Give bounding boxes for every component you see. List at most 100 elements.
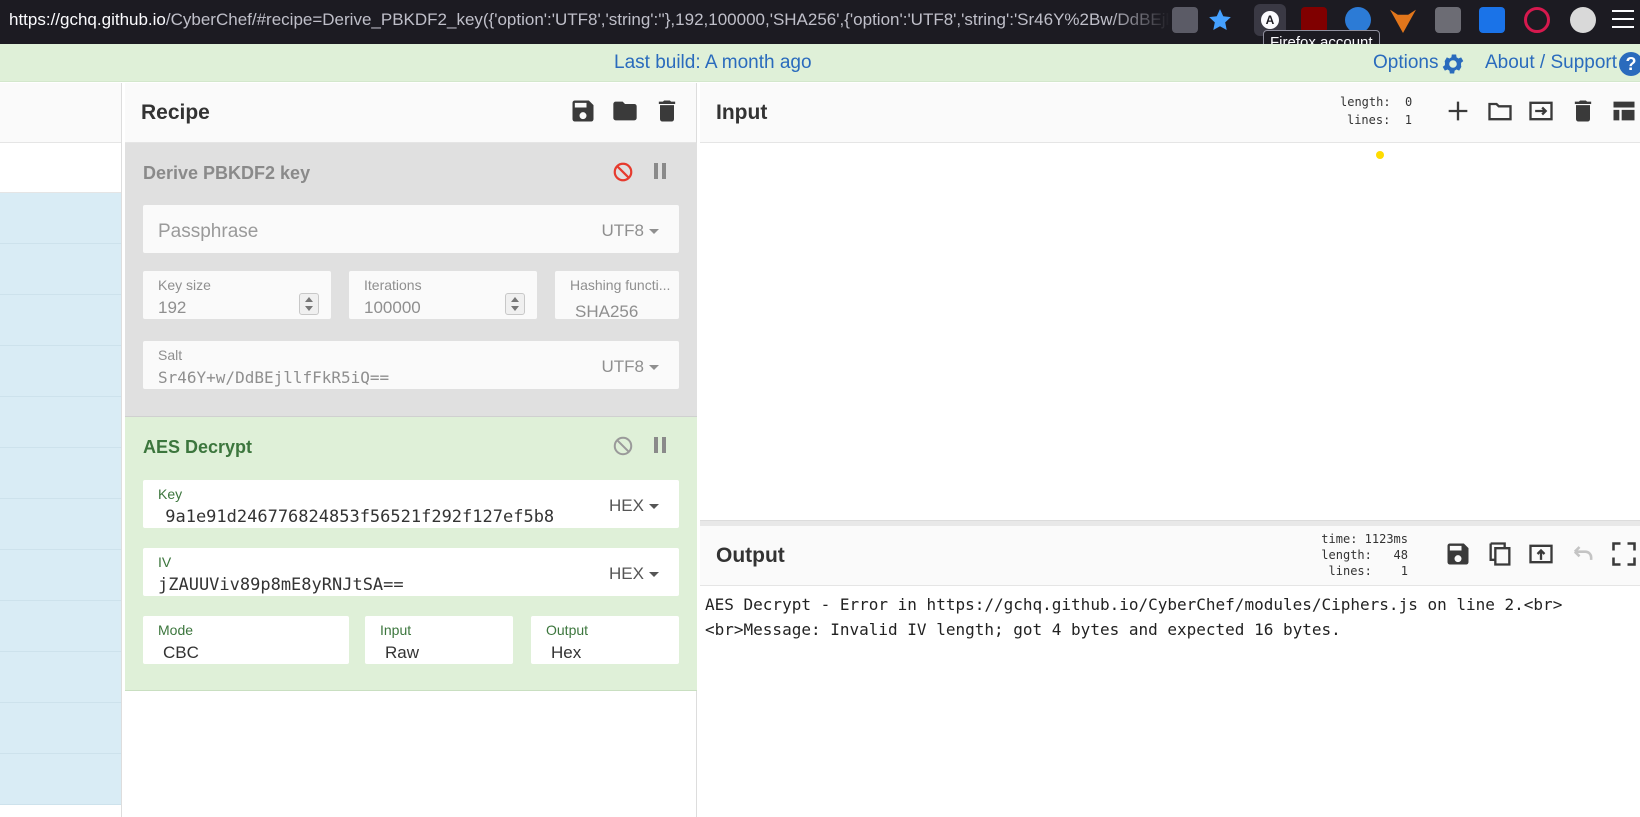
mode-value: CBC [163, 643, 199, 662]
passphrase-encoding-value: UTF8 [601, 221, 645, 240]
operations-search-input[interactable] [0, 143, 121, 193]
notice-banner: Last build: A month ago Options About / … [0, 44, 1640, 82]
key-field[interactable]: Key 9a1e91d246776824853f56521f292f127ef5… [143, 480, 679, 528]
operation-list-item[interactable] [0, 550, 121, 601]
key-label: Key [158, 486, 183, 502]
mode-select[interactable]: Mode CBC [143, 616, 349, 664]
account-icon: A [1261, 11, 1279, 29]
iterations-value: 100000 [364, 298, 421, 317]
cursor-dot [1376, 151, 1384, 159]
operation-list-item[interactable] [0, 295, 121, 346]
salt-value: Sr46Y+w/DdBEjllfFkR5iQ== [158, 368, 390, 387]
url-fade [1110, 0, 1170, 40]
mode-label: Mode [158, 622, 194, 638]
hashing-function-value: SHA256 [575, 302, 639, 321]
chevron-down-icon [649, 504, 659, 510]
salt-encoding-value: UTF8 [601, 357, 645, 376]
reset-layout-icon[interactable] [1610, 97, 1640, 125]
passphrase-field[interactable]: Passphrase UTF8 [143, 205, 679, 253]
iterations-stepper[interactable] [505, 293, 525, 315]
replace-input-with-output-icon[interactable] [1527, 540, 1555, 568]
io-pane: Input length: 0 lines: 1 Output time: 11… [700, 83, 1640, 817]
url-path: /CyberChef/#recipe=Derive_PBKDF2_key({'o… [165, 10, 1170, 29]
add-tab-plus-icon[interactable] [1444, 97, 1472, 125]
copy-output-icon[interactable] [1486, 540, 1514, 568]
url-domain: https://gchq.github.io [9, 10, 166, 29]
operation-list-item[interactable] [0, 346, 121, 397]
iv-label: IV [158, 554, 172, 570]
iv-field[interactable]: IV jZAUUViv89p8mE8yRNJtSA== HEX [143, 548, 679, 596]
operation-list-item[interactable] [0, 703, 121, 754]
load-recipe-folder-icon[interactable] [611, 97, 639, 125]
passphrase-encoding-dropdown[interactable]: UTF8 [601, 221, 659, 241]
operation-aes-decrypt[interactable]: AES Decrypt Key 9a1e91d246776824853f5652… [125, 417, 697, 691]
save-recipe-icon[interactable] [569, 97, 597, 125]
disable-operation-icon[interactable] [612, 435, 634, 457]
mail-extension-icon[interactable] [1435, 7, 1461, 33]
operations-pane [0, 83, 122, 817]
input-stats: length: 0 lines: 1 [1340, 93, 1412, 129]
key-size-field[interactable]: Key size 192 [143, 271, 331, 319]
options-link[interactable]: Options [1373, 44, 1438, 82]
salt-encoding-dropdown[interactable]: UTF8 [601, 357, 659, 377]
url-bar[interactable]: https://gchq.github.io/CyberChef/#recipe… [0, 0, 1170, 40]
operation-list-item[interactable] [0, 754, 121, 805]
hamburger-menu-icon[interactable] [1612, 10, 1634, 30]
operation-title: Derive PBKDF2 key [143, 163, 311, 183]
key-value: 9a1e91d246776824853f56521f292f127ef5b8 [155, 507, 555, 527]
operations-header [0, 83, 121, 143]
recipe-pane: Recipe Derive PBKDF2 key Passphrase UTF8… [125, 83, 697, 817]
input-title: Input [716, 101, 768, 124]
open-file-folder-icon[interactable] [1486, 97, 1514, 125]
input-pane[interactable]: Input length: 0 lines: 1 [700, 83, 1640, 520]
output-format-select[interactable]: Output Hex [531, 616, 679, 664]
operation-list-item[interactable] [0, 499, 121, 550]
output-length: length: 48 [1321, 548, 1408, 562]
media-play-icon[interactable] [1524, 7, 1550, 33]
undo-icon[interactable] [1569, 540, 1597, 568]
gear-icon[interactable] [1440, 51, 1466, 77]
hashing-function-label: Hashing functi... [570, 277, 671, 293]
iterations-label: Iterations [364, 277, 422, 293]
operation-derive-pbkdf2-key[interactable]: Derive PBKDF2 key Passphrase UTF8 Key si… [125, 143, 697, 417]
bookmark-star-icon[interactable] [1207, 7, 1233, 33]
input-format-select[interactable]: Input Raw [365, 616, 513, 664]
input-header: Input length: 0 lines: 1 [700, 83, 1640, 143]
pause-breakpoint-icon[interactable] [654, 437, 670, 455]
clear-recipe-trash-icon[interactable] [653, 97, 681, 125]
save-output-icon[interactable] [1444, 540, 1472, 568]
output-header: Output time: 1123ms length: 48 lines: 1 [700, 526, 1640, 586]
salt-field[interactable]: Salt Sr46Y+w/DdBEjllfFkR5iQ== UTF8 [143, 341, 679, 389]
about-support-link[interactable]: About / Support [1485, 44, 1617, 82]
output-time: time: 1123ms [1321, 532, 1408, 546]
clear-input-trash-icon[interactable] [1569, 97, 1597, 125]
open-input-import-icon[interactable] [1527, 97, 1555, 125]
input-length: length: 0 [1340, 95, 1413, 109]
hashing-function-select[interactable]: Hashing functi... SHA256 [555, 271, 679, 321]
translate-page-icon[interactable] [1172, 7, 1198, 33]
output-format-value: Hex [551, 643, 582, 662]
pause-breakpoint-icon[interactable] [654, 163, 670, 181]
input-lines: lines: 1 [1346, 113, 1412, 127]
output-pane[interactable]: Output time: 1123ms length: 48 lines: 1 [700, 526, 1640, 817]
google-translate-icon[interactable] [1479, 7, 1505, 33]
key-encoding-dropdown[interactable]: HEX [609, 496, 659, 516]
extension-white-icon[interactable] [1570, 7, 1596, 33]
metamask-fox-icon[interactable] [1390, 9, 1416, 33]
browser-toolbar: https://gchq.github.io/CyberChef/#recipe… [0, 0, 1640, 56]
key-size-stepper[interactable] [299, 293, 319, 315]
operation-list-item[interactable] [0, 193, 121, 244]
help-icon[interactable]: ? [1619, 52, 1640, 76]
operation-list-item[interactable] [0, 448, 121, 499]
disable-operation-icon[interactable] [612, 161, 634, 183]
operation-list-item[interactable] [0, 244, 121, 295]
iv-encoding-dropdown[interactable]: HEX [609, 564, 659, 584]
chevron-down-icon [649, 365, 659, 371]
operation-list-item[interactable] [0, 397, 121, 448]
iterations-field[interactable]: Iterations 100000 [349, 271, 537, 319]
maximise-output-icon[interactable] [1610, 540, 1640, 568]
operation-list-item[interactable] [0, 652, 121, 703]
operation-list-item[interactable] [0, 601, 121, 652]
input-format-value: Raw [385, 643, 420, 662]
chevron-down-icon [649, 229, 659, 235]
